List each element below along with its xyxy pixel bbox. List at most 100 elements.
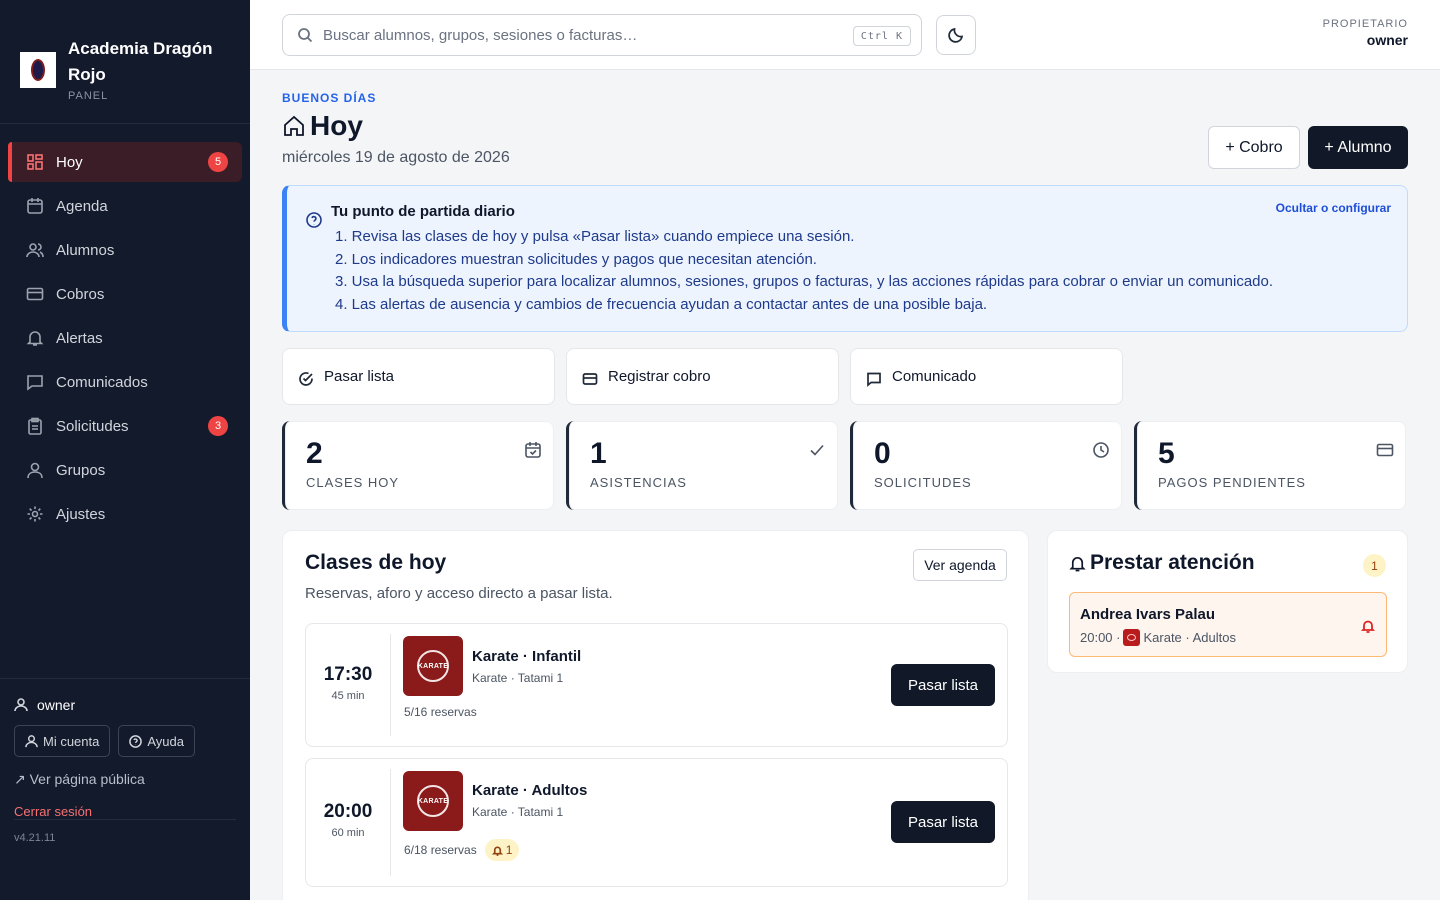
attention-count-badge: 1 <box>1363 554 1386 577</box>
reservations-text: 5/16 reservas <box>404 705 477 719</box>
stat-label: ASISTENCIAS <box>590 475 687 490</box>
sidebar-footer: owner Mi cuenta Ayuda ↗ Ver página públi… <box>0 678 250 844</box>
user-icon <box>14 698 28 712</box>
logout-link[interactable]: Cerrar sesión <box>14 804 236 819</box>
help-label: Ayuda <box>147 733 185 749</box>
stat-card-classes[interactable]: 2 CLASES HOY <box>282 421 554 510</box>
brand-subtitle: PANEL <box>68 90 109 102</box>
quick-action-attendance[interactable]: Pasar lista <box>282 348 555 405</box>
quick-action-announcement[interactable]: Comunicado <box>850 348 1123 405</box>
guide-steps: 1. Revisa las clases de hoy y pulsa «Pas… <box>331 226 1407 316</box>
role-name: owner <box>1366 32 1408 48</box>
sidebar-item-hoy[interactable]: Hoy 5 <box>8 142 242 182</box>
attention-title: Prestar atención <box>1069 551 1255 575</box>
session-time: 17:30 <box>323 664 373 685</box>
session-time: 20:00 <box>323 801 373 822</box>
sidebar: Academia Dragón Rojo PANEL Hoy 5 Agenda … <box>0 0 250 900</box>
gear-icon <box>26 505 44 523</box>
sidebar-item-label: Comunicados <box>56 373 148 391</box>
student-name: Andrea Ivars Palau <box>1080 606 1216 623</box>
sidebar-item-label: Hoy <box>56 153 83 171</box>
check-circle-icon <box>299 372 313 386</box>
today-classes-card: Clases de hoy Reservas, aforo y acceso d… <box>282 530 1029 900</box>
sidebar-item-grupos[interactable]: Grupos <box>8 450 242 490</box>
sidebar-item-label: Ajustes <box>56 505 106 523</box>
view-agenda-button[interactable]: Ver agenda <box>913 549 1007 581</box>
session-reservations: 5/16 reservas <box>404 705 477 719</box>
sidebar-item-comunicados[interactable]: Comunicados <box>8 362 242 402</box>
stat-value: 5 <box>1158 437 1175 470</box>
stat-card-payments[interactable]: 5 PAGOS PENDIENTES <box>1134 421 1406 510</box>
session-name: Karate · Adultos <box>472 782 588 799</box>
daily-guide: Tu punto de partida diario 1. Revisa las… <box>282 185 1408 332</box>
session-row[interactable]: 20:00 60 min KARATE Karate · Adultos Kar… <box>305 758 1008 887</box>
sidebar-item-label: Alumnos <box>56 241 115 259</box>
theme-toggle-button[interactable] <box>936 15 976 55</box>
sidebar-item-alumnos[interactable]: Alumnos <box>8 230 242 270</box>
bell-icon <box>26 329 44 347</box>
search-shortcut: Ctrl K <box>852 26 911 46</box>
sidebar-item-alertas[interactable]: Alertas <box>8 318 242 358</box>
add-payment-button[interactable]: + Cobro <box>1208 126 1300 169</box>
help-icon <box>129 734 143 748</box>
guide-title: Tu punto de partida diario <box>331 203 515 220</box>
sidebar-item-cobros[interactable]: Cobros <box>8 274 242 314</box>
message-icon <box>26 373 44 391</box>
user-icon <box>25 734 38 747</box>
session-time-block: 17:30 45 min <box>306 664 390 702</box>
divider <box>390 634 391 736</box>
my-account-label: Mi cuenta <box>43 733 100 749</box>
stat-value: 0 <box>874 437 891 470</box>
attention-card: Prestar atención 1 Andrea Ivars Palau 20… <box>1047 530 1408 673</box>
guide-step: 2. Los indicadores muestran solicitudes … <box>335 250 817 268</box>
card-icon <box>1376 441 1394 464</box>
add-student-button[interactable]: + Alumno <box>1308 126 1408 169</box>
users-icon <box>26 241 44 259</box>
role-label: PROPIETARIO <box>1322 18 1408 30</box>
brand-name: Academia Dragón Rojo <box>68 39 213 84</box>
quick-action-payment[interactable]: Registrar cobro <box>566 348 839 405</box>
karate-logo: KARATE <box>403 636 463 696</box>
guide-step: 1. Revisa las clases de hoy y pulsa «Pas… <box>335 228 855 245</box>
home-icon <box>284 115 304 136</box>
session-place: Karate · Tatami 1 <box>472 671 564 685</box>
help-button[interactable]: Ayuda <box>118 725 196 757</box>
attention-item[interactable]: Andrea Ivars Palau 20:00 · Karate · Adul… <box>1069 592 1387 657</box>
message-icon <box>867 372 881 387</box>
sidebar-item-ajustes[interactable]: Ajustes <box>8 494 242 534</box>
my-account-button[interactable]: Mi cuenta <box>14 725 111 757</box>
guide-hide-link[interactable]: Ocultar o configurar <box>1276 201 1391 215</box>
sidebar-item-label: Grupos <box>56 461 106 479</box>
sidebar-item-solicitudes[interactable]: Solicitudes 3 <box>8 406 242 446</box>
public-page-link[interactable]: ↗ Ver página pública <box>14 771 236 788</box>
guide-step: 4. Las alertas de ausencia y cambios de … <box>335 295 988 313</box>
attention-title-text: Prestar atención <box>1090 551 1255 574</box>
card-title: Clases de hoy <box>305 551 447 574</box>
stat-card-requests[interactable]: 0 SOLICITUDES <box>850 421 1122 510</box>
session-reservations: 6/18 reservas 1 <box>404 839 520 861</box>
take-attendance-button[interactable]: Pasar lista <box>891 801 995 843</box>
stat-card-attendance[interactable]: 1 ASISTENCIAS <box>566 421 838 510</box>
page-title-text: Hoy <box>310 110 363 141</box>
session-alert-badge[interactable]: 1 <box>484 839 520 861</box>
sidebar-item-label: Alertas <box>56 329 103 347</box>
session-duration: 60 min <box>331 827 365 839</box>
stat-label: CLASES HOY <box>306 475 400 490</box>
app-version: v4.21.11 <box>14 819 236 844</box>
karate-logo <box>1123 629 1141 646</box>
card-icon <box>26 285 44 303</box>
session-row[interactable]: 17:30 45 min KARATE Karate · Infantil Ka… <box>305 623 1008 747</box>
current-date: miércoles 19 de agosto de 2026 <box>282 149 510 166</box>
sidebar-item-agenda[interactable]: Agenda <box>8 186 242 226</box>
sidebar-item-label: Solicitudes <box>56 417 129 435</box>
stats-row: 2 CLASES HOY 1 ASISTENCIAS 0 SOLICITUDES… <box>282 421 1406 510</box>
logo-text: KARATE <box>417 650 449 682</box>
bell-icon <box>491 846 503 856</box>
current-user-name: owner <box>37 697 76 713</box>
search-box[interactable]: Ctrl K <box>282 14 922 56</box>
brand: Academia Dragón Rojo PANEL <box>0 0 250 124</box>
nav-badge: 5 <box>208 152 228 172</box>
take-attendance-button[interactable]: Pasar lista <box>891 664 995 706</box>
nav-badge: 3 <box>208 416 228 436</box>
search-input[interactable] <box>323 26 833 44</box>
